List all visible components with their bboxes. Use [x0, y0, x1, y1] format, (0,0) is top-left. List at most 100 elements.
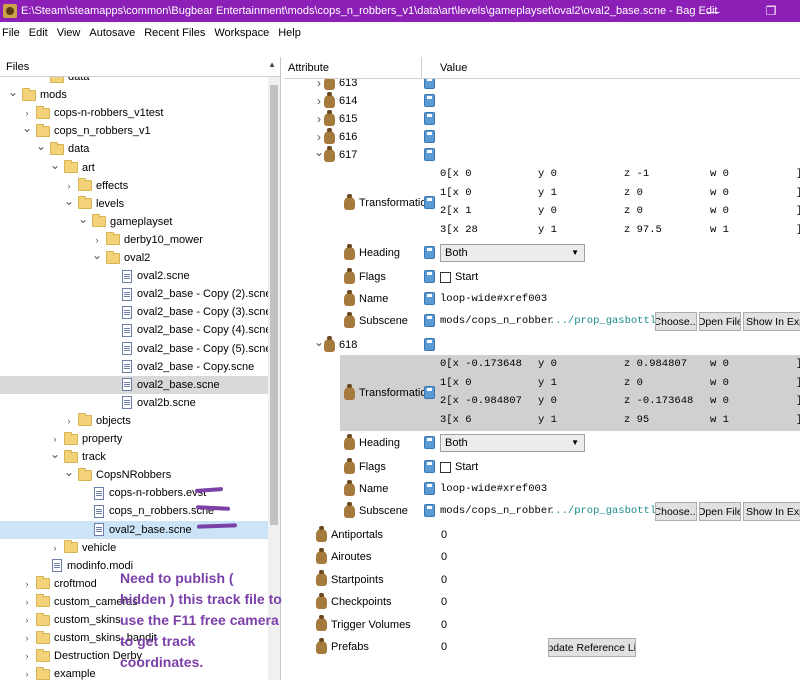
tree-folder-item[interactable]: ⌄ art	[0, 156, 95, 177]
name-row[interactable]: Name	[344, 289, 388, 308]
minimize-button[interactable]: —	[690, 0, 736, 22]
node-615[interactable]: › 615	[314, 109, 357, 128]
tree-file-item[interactable]: oval2_base - Copy (4).scne	[0, 321, 268, 339]
subscene-row[interactable]: Subscene	[344, 501, 408, 520]
chevron-down-icon[interactable]: ⌄	[50, 445, 60, 463]
menu-file[interactable]: File	[0, 27, 29, 39]
heading-select[interactable]: Both ▼	[440, 244, 585, 262]
value-column-header[interactable]: Value	[440, 62, 467, 74]
chevron-down-icon[interactable]: ⌄	[78, 210, 88, 228]
attr-prefabs[interactable]: Prefabs	[316, 637, 369, 656]
save-icon[interactable]	[424, 314, 435, 327]
save-icon[interactable]	[424, 79, 435, 89]
save-icon[interactable]	[424, 112, 435, 125]
tree-file-item[interactable]: modinfo.modi	[0, 557, 133, 575]
flags-row[interactable]: Flags	[344, 457, 386, 476]
choose-button[interactable]: Choose...	[655, 502, 697, 521]
tree-file-item[interactable]: oval2_base.scne	[0, 375, 268, 394]
tree-folder-item[interactable]: ⌄ track	[0, 445, 106, 466]
chevron-right-icon[interactable]: ›	[22, 611, 32, 629]
chevron-down-icon[interactable]: ⌄	[36, 137, 46, 155]
attr-airoutes[interactable]: Airoutes	[316, 547, 371, 566]
flags-row[interactable]: Flags	[344, 267, 386, 286]
menu-view[interactable]: View	[57, 27, 90, 39]
scroll-up-icon[interactable]: ▲	[268, 60, 276, 69]
chevron-down-icon[interactable]: ⌄	[8, 83, 18, 101]
menu-workspace[interactable]: Workspace	[214, 27, 278, 39]
tree-folder-item[interactable]: ⌄ levels	[0, 192, 124, 213]
chevron-right-icon[interactable]: ›	[50, 539, 60, 557]
save-icon[interactable]	[424, 482, 435, 495]
chevron-right-icon[interactable]: ›	[314, 130, 324, 144]
transformation-label-row[interactable]: Transformation	[344, 383, 433, 402]
chevron-right-icon[interactable]: ›	[64, 412, 74, 430]
chevron-right-icon[interactable]: ›	[22, 665, 32, 680]
tree-file-item[interactable]: oval2_base - Copy (2).scne	[0, 285, 268, 303]
tree-folder-item[interactable]: › croftmod	[0, 575, 97, 593]
subscene-path[interactable]: mods/cops_n_robber	[440, 315, 553, 327]
checkbox[interactable]	[440, 271, 451, 283]
chevron-right-icon[interactable]: ›	[22, 593, 32, 611]
chevron-right-icon[interactable]: ›	[22, 629, 32, 647]
save-icon[interactable]	[424, 196, 435, 209]
save-icon[interactable]	[424, 460, 435, 473]
save-icon[interactable]	[424, 246, 435, 259]
tree-file-item[interactable]: oval2_base - Copy.scne	[0, 358, 254, 376]
name-value[interactable]: loop-wide#xref003	[440, 293, 547, 305]
chevron-right-icon[interactable]: ›	[314, 79, 324, 90]
transformation-label-row[interactable]: Transformation	[344, 193, 433, 212]
node-614[interactable]: › 614	[314, 91, 357, 110]
save-icon[interactable]	[424, 292, 435, 305]
chevron-down-icon[interactable]: ⌄	[22, 119, 32, 137]
tree-folder-item[interactable]: › objects	[0, 412, 131, 430]
tree-folder-item[interactable]: › property	[0, 430, 122, 448]
menu-recent-files[interactable]: Recent Files	[144, 27, 214, 39]
heading-row[interactable]: Heading	[344, 433, 400, 452]
tree-file-item[interactable]: cops_n_robbers.scne	[0, 502, 214, 520]
chevron-right-icon[interactable]: ›	[314, 94, 324, 108]
name-row[interactable]: Name	[344, 479, 388, 498]
flags-start-checkbox[interactable]: Start	[440, 458, 478, 476]
chevron-down-icon[interactable]: ⌄	[50, 156, 60, 174]
update-reference-list-button[interactable]: Update Reference List	[548, 638, 636, 657]
chevron-down-icon[interactable]: ⌄	[64, 192, 74, 210]
save-icon[interactable]	[424, 504, 435, 517]
files-scrollbar-thumb[interactable]	[270, 85, 278, 525]
tree-file-item[interactable]: oval2_base - Copy (3).scne	[0, 303, 268, 321]
node-613[interactable]: › 613	[314, 79, 357, 92]
tree-folder-item[interactable]: › custom_skins	[0, 611, 121, 629]
chevron-right-icon[interactable]: ›	[314, 112, 324, 126]
tree-folder-item[interactable]: › custom_cameras	[0, 593, 138, 611]
attr-antiportals[interactable]: Antiportals	[316, 525, 383, 544]
node-616[interactable]: › 616	[314, 127, 357, 146]
tree-folder-item[interactable]: ⌄ oval2	[0, 246, 150, 267]
heading-select[interactable]: Both ▼	[440, 434, 585, 452]
tree-folder-item[interactable]: ⌄ mods	[0, 83, 67, 104]
node-617[interactable]: ⌄ 617	[314, 145, 357, 164]
tree-folder-item[interactable]: › vehicle	[0, 539, 116, 557]
tree-folder-item[interactable]: ⌄ CopsNRobbers	[0, 463, 171, 484]
attr-trigger-volumes[interactable]: Trigger Volumes	[316, 615, 411, 634]
open-file-button[interactable]: Open File	[699, 502, 741, 521]
menu-edit[interactable]: Edit	[29, 27, 57, 39]
save-icon[interactable]	[424, 386, 435, 399]
subscene-row[interactable]: Subscene	[344, 311, 408, 330]
save-icon[interactable]	[424, 436, 435, 449]
chevron-down-icon[interactable]: ⌄	[64, 463, 74, 481]
chevron-down-icon[interactable]: ⌄	[314, 335, 324, 349]
tree-folder-item[interactable]: › example	[0, 665, 96, 680]
choose-button[interactable]: Choose...	[655, 312, 697, 331]
tree-file-item[interactable]: oval2_base - Copy (5).scne	[0, 340, 268, 358]
tree-folder-item[interactable]: ⌄ gameplayset	[0, 210, 172, 231]
tree-file-item[interactable]: oval2.scne	[0, 267, 190, 285]
attr-checkpoints[interactable]: Checkpoints	[316, 592, 392, 611]
chevron-right-icon[interactable]: ›	[22, 575, 32, 593]
checkbox[interactable]	[440, 461, 451, 473]
chevron-down-icon[interactable]: ⌄	[92, 246, 102, 264]
save-icon[interactable]	[424, 270, 435, 283]
attr-startpoints[interactable]: Startpoints	[316, 570, 384, 589]
menu-help[interactable]: Help	[278, 27, 310, 39]
chevron-down-icon[interactable]: ⌄	[314, 145, 324, 159]
save-icon[interactable]	[424, 148, 435, 161]
show-in-explorer-button[interactable]: Show In Explorer	[743, 502, 800, 521]
